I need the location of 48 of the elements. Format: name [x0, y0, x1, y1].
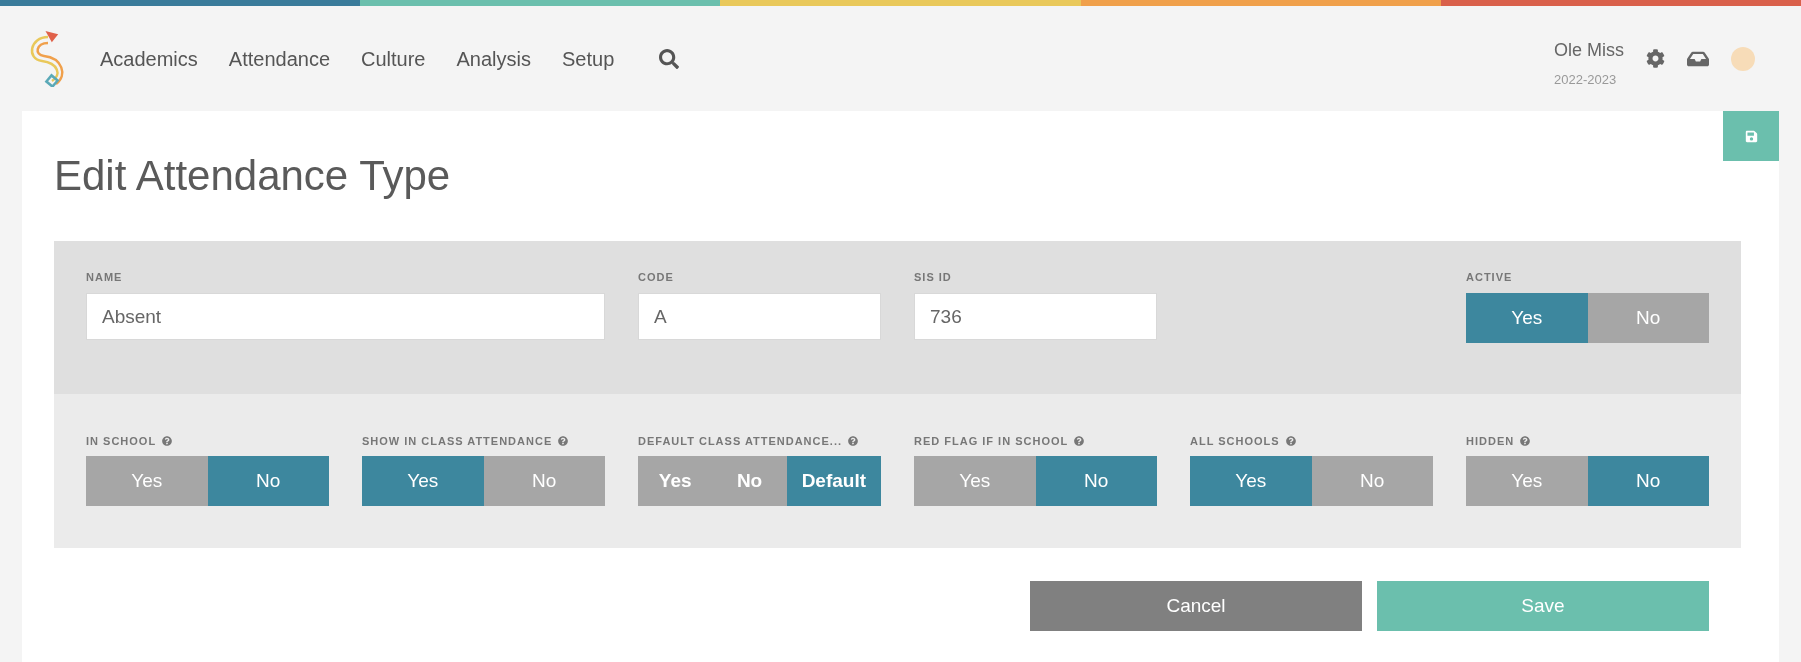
toggle-option[interactable]: No	[483, 456, 605, 506]
toggle-option[interactable]: No	[1035, 456, 1157, 506]
text-field[interactable]: A	[638, 293, 881, 340]
toggle-option[interactable]: Yes	[638, 456, 713, 506]
field-label: RED FLAG IF IN SCHOOL	[914, 433, 1069, 449]
page-title: Edit Attendance Type	[54, 155, 452, 197]
save-button[interactable]: Save	[1377, 581, 1709, 631]
field-label: CODE	[638, 270, 675, 285]
toggle-option[interactable]: Yes	[1190, 456, 1312, 506]
nav-link[interactable]: Setup	[562, 43, 615, 74]
help-icon[interactable]	[1285, 436, 1296, 446]
help-icon[interactable]	[1074, 436, 1085, 446]
cancel-button[interactable]: Cancel	[1030, 581, 1362, 631]
toggle-option[interactable]: Yes	[86, 456, 208, 506]
school-year: 2022-2023	[1554, 71, 1618, 90]
field-label: DEFAULT CLASS ATTENDANCE...	[638, 433, 842, 449]
help-icon[interactable]	[558, 436, 569, 446]
field-label: HIDDEN	[1466, 433, 1515, 449]
toggle-option[interactable]: Yes	[1466, 293, 1588, 343]
toggle-option[interactable]: Yes	[914, 456, 1036, 506]
field-label: ALL SCHOOLS	[1190, 433, 1280, 449]
field-label: SHOW IN CLASS ATTENDANCE	[362, 433, 553, 449]
help-icon[interactable]	[162, 436, 173, 446]
field-label: IN SCHOOL	[86, 433, 157, 449]
save-icon	[1744, 129, 1758, 143]
field-label: NAME	[86, 270, 124, 285]
toggle-option[interactable]: Yes	[1466, 456, 1588, 506]
help-icon[interactable]	[848, 436, 858, 446]
toggle-option[interactable]: No	[1587, 293, 1709, 343]
nav-link[interactable]: Academics	[100, 43, 198, 74]
field-label: ACTIVE	[1466, 270, 1514, 285]
toggle-option[interactable]: No	[1587, 456, 1709, 506]
toggle-option[interactable]: No	[207, 456, 329, 506]
save-icon-button[interactable]	[1723, 111, 1779, 161]
text-field[interactable]: Absent	[86, 293, 605, 340]
search-icon[interactable]	[659, 48, 680, 69]
settings-icon[interactable]	[1646, 49, 1665, 68]
nav-link[interactable]: Analysis	[456, 43, 531, 74]
nav-link[interactable]: Culture	[361, 43, 426, 74]
help-icon[interactable]	[1520, 436, 1531, 446]
nav-link[interactable]: Attendance	[228, 43, 330, 74]
field-label: SIS ID	[914, 270, 953, 285]
text-field[interactable]: 736	[914, 293, 1157, 340]
school-name: Ole Miss	[1554, 39, 1624, 63]
toggle-option[interactable]: Default	[786, 456, 881, 506]
toggle-option[interactable]: No	[712, 456, 787, 506]
toggle-option[interactable]: No	[1311, 456, 1433, 506]
toggle-option[interactable]: Yes	[362, 456, 484, 506]
